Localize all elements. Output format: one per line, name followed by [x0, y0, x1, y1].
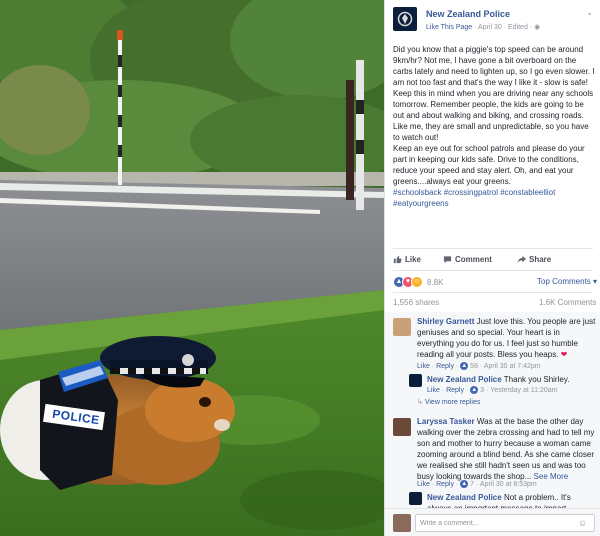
post-meta: Like This Page · April 30 · Edited · ◉ [426, 23, 540, 31]
caret-down-icon: ▾ [593, 277, 598, 286]
post-date[interactable]: April 30 [478, 24, 502, 31]
emoji-smiley-icon[interactable]: ☺ [578, 518, 587, 528]
divider [393, 270, 593, 271]
comment-bubble-icon [443, 256, 452, 264]
edited-label[interactable]: Edited [508, 24, 528, 31]
write-comment-input[interactable] [415, 514, 595, 532]
like-badge-icon: ▲ [460, 480, 469, 488]
hashtag-link[interactable]: #constableelliot [500, 188, 555, 197]
post-paragraph: Keep an eye out for school patrols and p… [393, 144, 585, 186]
commenter-name[interactable]: New Zealand Police [427, 375, 502, 384]
reply-like-count[interactable]: 3 [480, 387, 484, 394]
police-avatar[interactable] [409, 374, 422, 387]
reply-like-link[interactable]: Like [427, 387, 440, 394]
commenter-name[interactable]: New Zealand Police [427, 493, 502, 502]
comment-body: Laryssa Tasker Was at the base the other… [417, 416, 597, 482]
comment-body: Shirley Garnett Just love this. You peop… [417, 316, 597, 360]
comment-like-link[interactable]: Like [417, 481, 430, 488]
post-text: Did you know that a piggie's top speed c… [393, 44, 597, 209]
shares-count[interactable]: 1,556 shares [393, 298, 439, 307]
comment-meta: Like · Reply · ▲ 7 · April 30 at 8:53pm [417, 480, 537, 488]
hashtag-link[interactable]: #schoolsback [393, 188, 441, 197]
page-name-link[interactable]: New Zealand Police [426, 9, 510, 19]
like-button[interactable]: Like [393, 255, 421, 264]
hashtag-link[interactable]: #crossingpatrol [444, 188, 498, 197]
post-photo[interactable]: POLICE [0, 0, 384, 536]
hashtag-link[interactable]: #eatyourgreens [393, 199, 449, 208]
user-avatar [393, 514, 411, 532]
comment-button[interactable]: Comment [443, 255, 492, 264]
reply-body: New Zealand Police Thank you Shirley. [427, 374, 587, 385]
post-panel: New Zealand Police Like This Page · Apri… [384, 0, 600, 536]
thumbs-up-icon [393, 255, 402, 264]
sort-label: Top Comments [537, 277, 591, 286]
comment-meta: Like · Reply · ▲ 58 · April 30 at 7:42pm [417, 362, 541, 370]
heart-emoji-icon: ❤ [560, 350, 568, 359]
page-avatar[interactable] [393, 7, 417, 31]
comment-reply-link[interactable]: Reply [436, 481, 454, 488]
reactions-summary[interactable]: ▲ ♥ ☺ 8.8K [393, 276, 443, 288]
guinea-pig-photo [0, 0, 384, 536]
reply-meta: Like · Reply · ▲ 3 · Yesterday at 11:20a… [427, 386, 558, 394]
see-more-link[interactable]: See More [534, 472, 569, 481]
write-comment-bar: ☺ [385, 508, 600, 536]
reply-arrow-icon: ↳ [417, 399, 423, 406]
reaction-count: 8.8K [427, 277, 444, 287]
reply-reply-link[interactable]: Reply [446, 387, 464, 394]
globe-icon: ◉ [534, 24, 541, 31]
share-arrow-icon [517, 255, 526, 264]
haha-reaction-icon: ☺ [411, 276, 423, 288]
share-button[interactable]: Share [517, 255, 551, 264]
view-more-label: View more replies [424, 399, 481, 406]
reply-text: Thank you Shirley. [503, 375, 570, 384]
share-label: Share [529, 255, 552, 264]
comment-reply-link[interactable]: Reply [436, 363, 454, 370]
like-badge-icon: ▲ [460, 362, 469, 370]
divider [393, 292, 593, 293]
police-badge-icon [397, 11, 413, 27]
commenter-name[interactable]: Shirley Garnett [417, 317, 474, 326]
comment-sort-dropdown[interactable]: Top Comments ▾ [537, 277, 597, 286]
comment-like-count[interactable]: 58 [470, 363, 478, 370]
post-options-chevron-icon[interactable]: ⌄ [586, 8, 593, 17]
commenter-avatar[interactable] [393, 318, 411, 336]
like-label: Like [405, 255, 422, 264]
post-paragraph: Keep this in mind when you are driving n… [393, 89, 594, 142]
view-more-replies-link[interactable]: ↳ View more replies [417, 398, 480, 406]
comment-like-link[interactable]: Like [417, 363, 430, 370]
comments-count[interactable]: 1.6K Comments [539, 298, 596, 307]
post-paragraph: Did you know that a piggie's top speed c… [393, 45, 595, 87]
divider [393, 248, 593, 249]
comment-time[interactable]: April 30 at 7:42pm [484, 363, 541, 370]
like-page-link[interactable]: Like This Page [426, 24, 472, 31]
reply-time[interactable]: Yesterday at 11:20am [490, 387, 557, 394]
comment-time[interactable]: April 30 at 8:53pm [480, 481, 537, 488]
comment-like-count[interactable]: 7 [470, 481, 474, 488]
post-header: New Zealand Police Like This Page · Apri… [393, 6, 593, 36]
hashtags: #schoolsback #crossingpatrol #constablee… [393, 187, 597, 209]
comment-label: Comment [455, 255, 492, 264]
commenter-avatar[interactable] [393, 418, 411, 436]
comments-section: Shirley Garnett Just love this. You peop… [385, 312, 600, 508]
reply-body: New Zealand Police Not a problem.. It's … [427, 492, 587, 508]
like-badge-icon: ▲ [470, 386, 479, 394]
commenter-name[interactable]: Laryssa Tasker [417, 417, 475, 426]
police-avatar[interactable] [409, 492, 422, 505]
